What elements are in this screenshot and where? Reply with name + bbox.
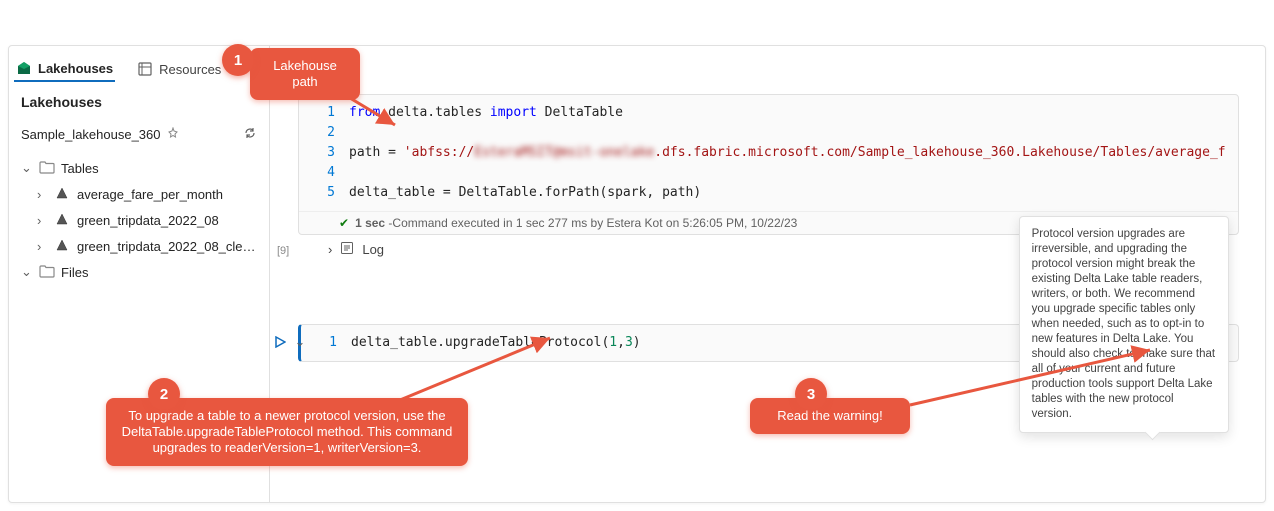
tree-label: Tables [61, 161, 99, 176]
tree-node-table[interactable]: › green_tripdata_2022_08 [9, 207, 269, 233]
tree-node-table[interactable]: › average_fare_per_month [9, 181, 269, 207]
lakehouse-selector[interactable]: Sample_lakehouse_360 [9, 118, 269, 151]
tab-lakehouses[interactable]: Lakehouses [14, 56, 115, 82]
chevron-right-icon: › [37, 213, 49, 228]
chevron-down-icon: ⌄ [21, 160, 33, 176]
delta-table-icon [55, 238, 71, 254]
tree-node-table[interactable]: › green_tripdata_2022_08_cleans... [9, 233, 269, 259]
tree-label: average_fare_per_month [77, 187, 223, 202]
code-cell-1[interactable]: [9] 1from delta.tables import DeltaTable… [298, 94, 1239, 235]
run-dropdown[interactable]: ⌄ [291, 333, 309, 351]
resources-icon [137, 61, 153, 77]
pin-icon[interactable] [167, 127, 179, 142]
folder-icon [39, 160, 55, 176]
callout-badge-1: 1 [222, 44, 254, 76]
check-icon: ✔ [339, 216, 349, 230]
callout-3: Read the warning! [750, 398, 910, 434]
callout-1: Lakehouse path [250, 48, 360, 100]
callout-badge-3: 3 [795, 378, 827, 410]
sidebar-heading: Lakehouses [9, 86, 269, 118]
cell-exec-count: [9] [277, 245, 289, 257]
code-editor[interactable]: 1from delta.tables import DeltaTable 2 3… [299, 95, 1238, 211]
log-label: Log [362, 242, 384, 257]
log-icon [340, 241, 354, 258]
lakehouse-name-text: Sample_lakehouse_360 [21, 127, 161, 142]
chevron-right-icon: › [328, 242, 332, 257]
run-button[interactable] [271, 333, 289, 351]
tab-resources[interactable]: Resources [135, 57, 223, 81]
tree-label: green_tripdata_2022_08_cleans... [77, 239, 257, 254]
tab-label: Resources [159, 62, 221, 77]
callout-badge-2: 2 [148, 378, 180, 410]
sidebar-tabs: Lakehouses Resources [14, 48, 223, 90]
warning-tooltip: Protocol version upgrades are irreversib… [1019, 216, 1229, 433]
refresh-icon[interactable] [243, 126, 257, 143]
tab-label: Lakehouses [38, 61, 113, 76]
cell-run-controls: ⌄ [271, 333, 309, 351]
tree-node-files[interactable]: ⌄ Files [9, 259, 269, 285]
chevron-right-icon: › [37, 239, 49, 254]
folder-icon [39, 264, 55, 280]
delta-table-icon [55, 212, 71, 228]
tree: ⌄ Tables › average_fare_per_month › gree… [9, 151, 269, 289]
tree-node-tables[interactable]: ⌄ Tables [9, 155, 269, 181]
chevron-right-icon: › [37, 187, 49, 202]
delta-table-icon [55, 186, 71, 202]
tree-label: green_tripdata_2022_08 [77, 213, 219, 228]
chevron-down-icon: ⌄ [21, 264, 33, 280]
lakehouse-icon [16, 60, 32, 76]
tree-label: Files [61, 265, 88, 280]
